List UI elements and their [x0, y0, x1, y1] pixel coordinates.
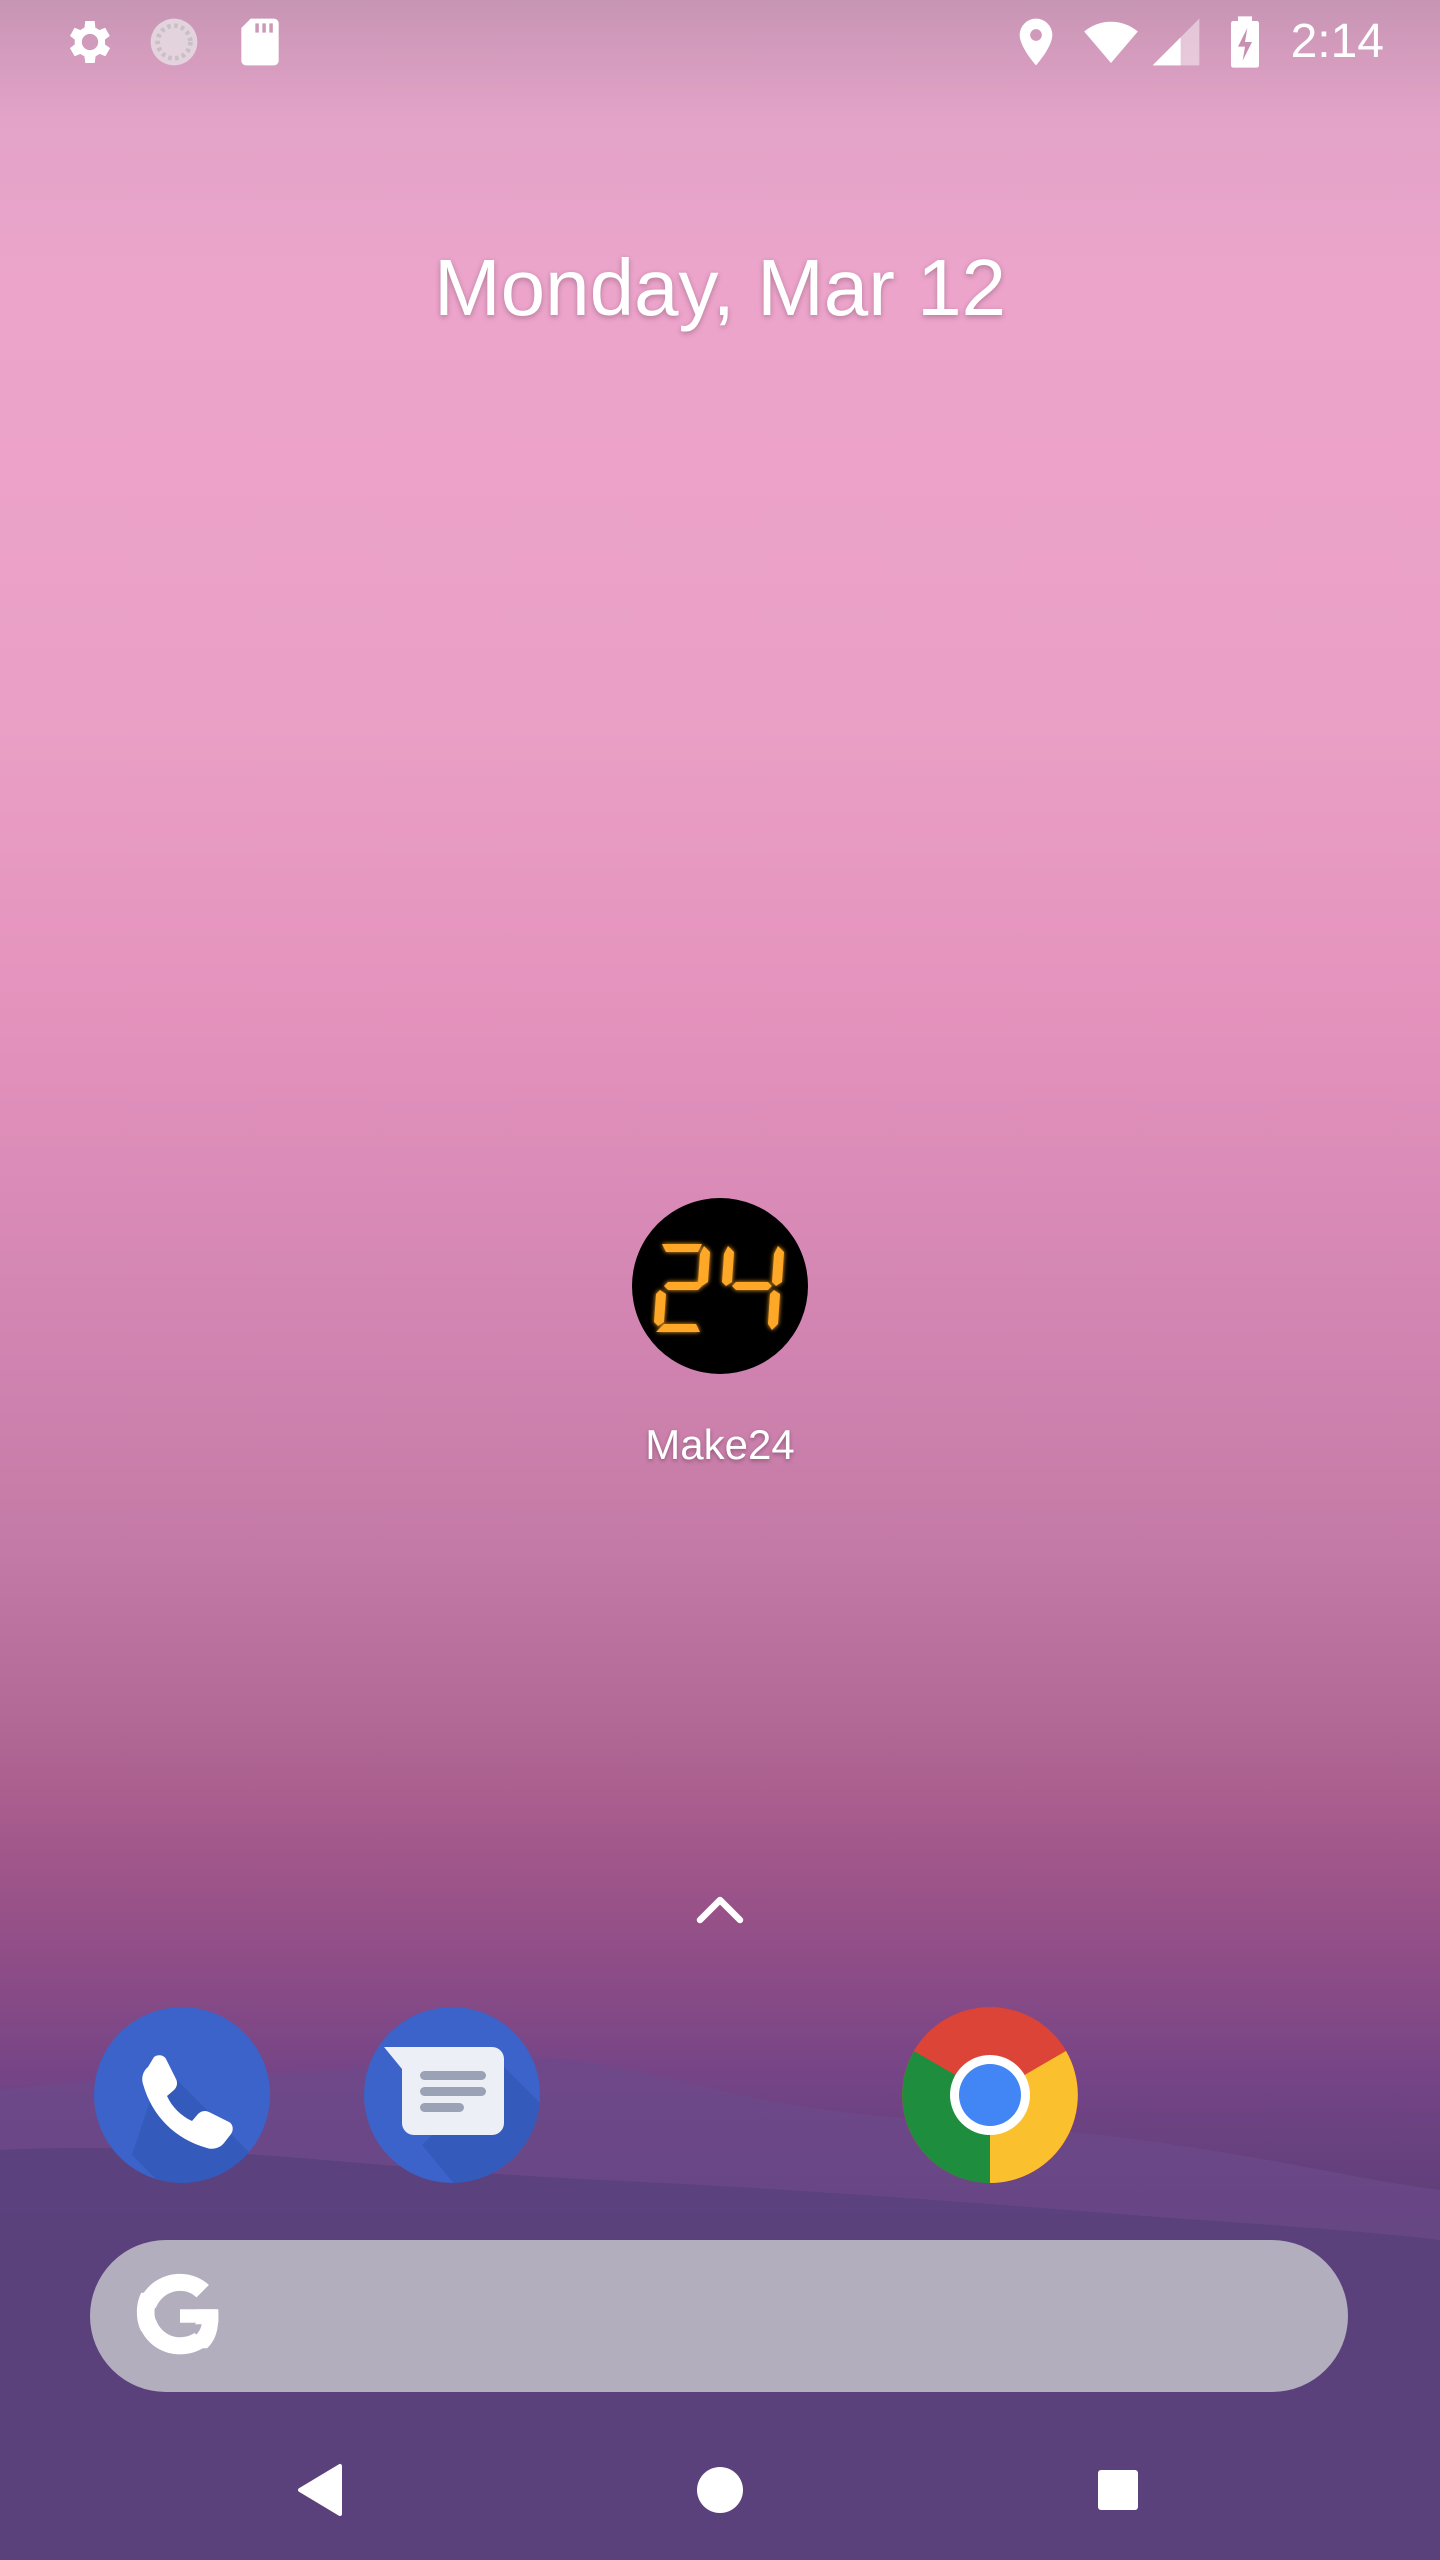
date-widget[interactable]: Monday, Mar 12 — [0, 238, 1440, 338]
sync-loading-icon — [150, 18, 198, 66]
battery-charging-icon — [1231, 16, 1259, 68]
google-g-icon — [136, 2273, 219, 2355]
home-screen: 2:14 Monday, Mar 12 Make24 — [0, 0, 1440, 2560]
search-input[interactable] — [260, 2276, 1304, 2358]
cell-signal-icon — [1152, 18, 1200, 66]
sd-card-icon — [241, 18, 279, 66]
location-icon — [1019, 18, 1053, 66]
chrome-icon[interactable] — [900, 2005, 1080, 2185]
recents-icon[interactable] — [1068, 2440, 1168, 2540]
app-make24[interactable] — [600, 1195, 840, 1485]
phone-icon[interactable] — [92, 2005, 272, 2185]
settings-icon — [69, 21, 111, 63]
status-time: 2:14 — [1290, 15, 1384, 68]
back-icon[interactable] — [270, 2440, 370, 2540]
google-search-bar[interactable] — [90, 2240, 1348, 2392]
chevron-up-icon[interactable] — [690, 1880, 750, 1940]
messages-icon[interactable] — [362, 2005, 542, 2185]
status-bar: 2:14 — [0, 0, 1440, 84]
home-icon[interactable] — [670, 2440, 770, 2540]
make24-icon — [632, 1198, 808, 1374]
wifi-icon — [1084, 21, 1138, 63]
